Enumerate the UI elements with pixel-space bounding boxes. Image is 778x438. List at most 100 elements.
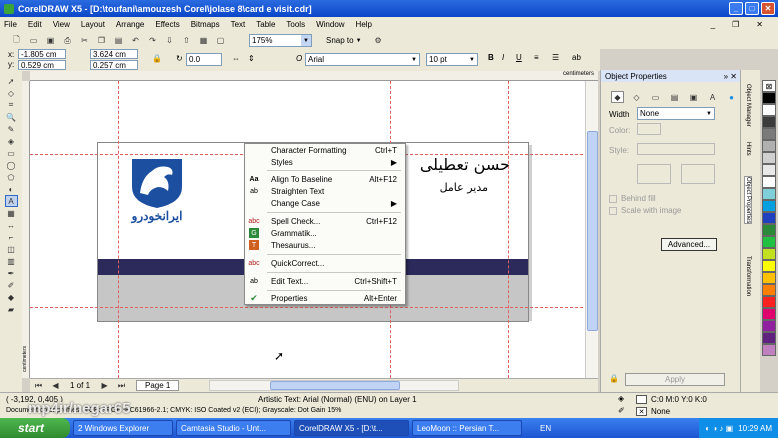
new-document-icon[interactable]: 🗋 <box>10 35 23 47</box>
menu-item-character-formatting[interactable]: Character Formatting Ctrl+T <box>245 144 405 156</box>
pick-tool-icon[interactable]: ➚ <box>5 75 18 87</box>
company-logo[interactable] <box>128 157 186 209</box>
dimension-tool-icon[interactable]: ↔ <box>5 219 18 231</box>
freehand-tool-icon[interactable]: ✎ <box>5 123 18 135</box>
connector-tool-icon[interactable]: ⌐ <box>5 231 18 243</box>
internet-tab-icon[interactable]: ● <box>725 91 738 103</box>
height-field[interactable]: 0.257 cm <box>90 60 138 70</box>
task-coreldraw[interactable]: CorelDRAW X5 - [D:\t... <box>294 420 409 436</box>
mirror-horizontal-icon[interactable]: ⇔ <box>232 54 240 63</box>
menu-item-quickcorrect[interactable]: abc QuickCorrect... <box>245 257 405 269</box>
angle-field[interactable]: 0.0 <box>186 53 222 66</box>
interactive-fill-icon[interactable]: ▰ <box>5 303 18 315</box>
menu-file[interactable]: File <box>4 20 17 29</box>
menu-help[interactable]: Help <box>356 20 372 29</box>
menu-arrange[interactable]: Arrange <box>116 20 144 29</box>
palette-swatch[interactable] <box>762 344 776 356</box>
italic-icon[interactable]: I <box>502 53 504 62</box>
copy-icon[interactable]: ❐ <box>95 35 108 47</box>
open-icon[interactable]: ▭ <box>27 35 40 47</box>
redo-icon[interactable]: ↷ <box>146 35 159 47</box>
menu-bitmaps[interactable]: Bitmaps <box>191 20 220 29</box>
palette-swatch[interactable] <box>762 140 776 152</box>
menu-item-align-to-baseline[interactable]: Aa Align To Baseline Alt+F12 <box>245 173 405 185</box>
palette-swatch[interactable] <box>762 188 776 200</box>
print-icon[interactable]: ⎙ <box>61 35 74 47</box>
palette-swatch[interactable] <box>762 320 776 332</box>
fill-swatch[interactable] <box>636 395 647 404</box>
behind-fill-checkbox[interactable]: Behind fill <box>609 194 656 203</box>
first-page-icon[interactable]: ⏮ <box>32 380 45 392</box>
ellipse-tool-icon[interactable]: ◯ <box>5 159 18 171</box>
underline-icon[interactable]: U <box>516 53 522 62</box>
font-family-select[interactable]: Arial ▼ <box>305 53 420 66</box>
card-subtitle-text[interactable]: مدیر عامل <box>440 181 488 194</box>
menu-item-edit-text[interactable]: ab Edit Text... Ctrl+Shift+T <box>245 275 405 287</box>
last-page-icon[interactable]: ⏭ <box>115 380 128 392</box>
smart-fill-icon[interactable]: ◈ <box>5 135 18 147</box>
polygon-tool-icon[interactable]: ⬠ <box>5 171 18 183</box>
task-camtasia[interactable]: Camtasia Studio - Unt... <box>176 420 291 436</box>
palette-swatch[interactable] <box>762 332 776 344</box>
y-position-field[interactable]: 0.529 cm <box>18 60 66 70</box>
basic-shapes-icon[interactable]: ◐ <box>5 183 18 195</box>
palette-swatch[interactable] <box>762 152 776 164</box>
palette-swatch[interactable] <box>762 236 776 248</box>
frame-tab-icon[interactable]: ▣ <box>687 91 700 103</box>
menu-item-properties[interactable]: ✔ Properties Alt+Enter <box>245 292 405 304</box>
next-page-icon[interactable]: ▶ <box>98 380 111 392</box>
tab-object-manager[interactable]: Object Manager <box>745 84 751 127</box>
blend-tool-icon[interactable]: ◫ <box>5 243 18 255</box>
menu-item-styles[interactable]: Styles ▶ <box>245 156 405 168</box>
outline-style-select[interactable] <box>637 143 715 155</box>
apply-button[interactable]: Apply <box>625 373 725 386</box>
tab-hints[interactable]: Hints <box>745 142 751 156</box>
zoom-tool-icon[interactable]: 🔍 <box>5 111 18 123</box>
text-tab-icon[interactable]: A <box>706 91 719 103</box>
font-size-select[interactable]: 10 pt ▼ <box>426 53 478 66</box>
align-icon[interactable]: ≡ <box>534 53 539 62</box>
palette-swatch[interactable] <box>762 92 776 104</box>
prev-page-icon[interactable]: ◀ <box>49 380 62 392</box>
palette-swatch[interactable] <box>762 212 776 224</box>
guideline-vertical[interactable] <box>508 81 509 378</box>
x-position-field[interactable]: -1.805 cm <box>18 49 66 59</box>
tab-transformation[interactable]: Transformation <box>745 256 751 296</box>
doc-restore-icon[interactable]: ❐ <box>732 20 739 29</box>
horizontal-scroll-thumb[interactable] <box>270 381 401 390</box>
app-launcher-icon[interactable]: ▦ <box>197 35 210 47</box>
eyedropper-tool-icon[interactable]: ✒ <box>5 267 18 279</box>
lock-icon[interactable]: 🔒 <box>609 374 619 383</box>
bullet-icon[interactable]: ☰ <box>552 53 559 62</box>
palette-swatch[interactable] <box>762 176 776 188</box>
paragraph-tab-icon[interactable]: ▤ <box>668 91 681 103</box>
fill-tool-icon[interactable]: ◆ <box>5 291 18 303</box>
guideline-vertical[interactable] <box>118 81 119 378</box>
outline-tool-icon[interactable]: ✐ <box>5 279 18 291</box>
palette-swatch[interactable] <box>762 104 776 116</box>
transparency-tool-icon[interactable]: ▥ <box>5 255 18 267</box>
doc-close-icon[interactable]: ✕ <box>756 20 763 29</box>
import-icon[interactable]: ⇩ <box>163 35 176 47</box>
menu-view[interactable]: View <box>53 20 70 29</box>
palette-swatch[interactable] <box>762 248 776 260</box>
task-windows-explorer[interactable]: 2 Windows Explorer <box>73 420 173 436</box>
menu-layout[interactable]: Layout <box>81 20 105 29</box>
maximize-button[interactable]: □ <box>745 2 759 15</box>
docker-collapse-icon[interactable]: » ✕ <box>724 72 741 81</box>
palette-swatch[interactable] <box>762 128 776 140</box>
menu-edit[interactable]: Edit <box>28 20 42 29</box>
palette-swatch[interactable] <box>762 164 776 176</box>
palette-swatch[interactable] <box>762 272 776 284</box>
palette-swatch[interactable] <box>762 308 776 320</box>
horizontal-scrollbar[interactable] <box>209 380 460 391</box>
no-color-swatch[interactable]: ⊠ <box>762 80 776 92</box>
start-arrow-select[interactable] <box>637 164 671 184</box>
menu-item-thesaurus[interactable]: T Thesaurus... <box>245 239 405 251</box>
outline-tab-icon[interactable]: ◇ <box>630 91 643 103</box>
palette-swatch[interactable] <box>762 296 776 308</box>
shape-tool-icon[interactable]: ◇ <box>5 87 18 99</box>
outline-swatch[interactable]: ✕ <box>636 407 647 416</box>
crop-tool-icon[interactable]: ⌗ <box>5 99 18 111</box>
save-icon[interactable]: ▣ <box>44 35 57 47</box>
